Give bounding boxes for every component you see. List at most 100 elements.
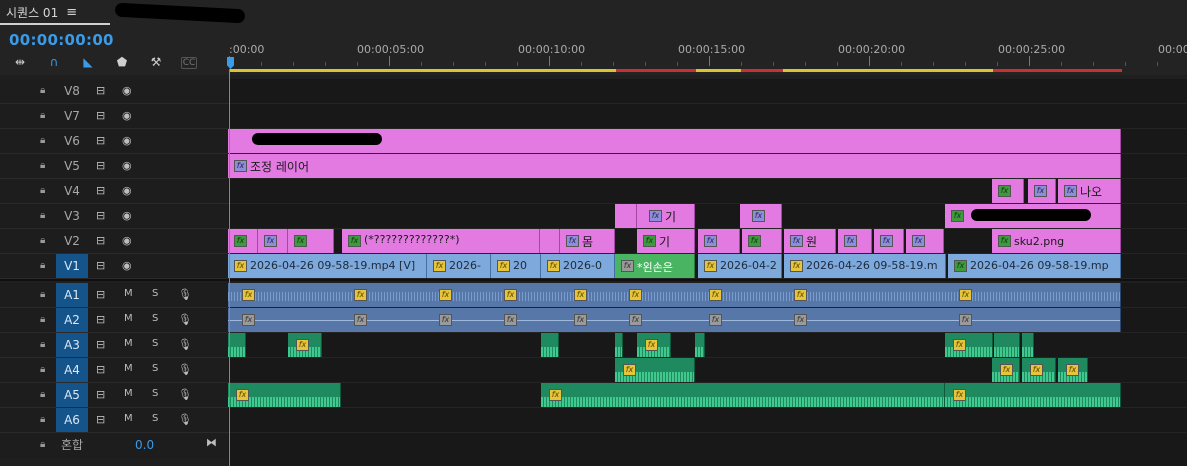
clip[interactable]: fx bbox=[874, 229, 904, 253]
sync-icon[interactable]: ⊟ bbox=[96, 288, 105, 301]
mute-button[interactable]: M bbox=[124, 363, 133, 374]
lock-icon[interactable]: 🔒︎ bbox=[40, 160, 45, 171]
clip[interactable]: fx bbox=[698, 229, 740, 253]
clip[interactable]: fx bbox=[838, 229, 872, 253]
solo-button[interactable]: S bbox=[152, 338, 158, 349]
eye-icon[interactable]: ◉ bbox=[122, 134, 132, 147]
sequence-tab[interactable]: 시퀀스 01 ≡ bbox=[0, 0, 77, 24]
sync-icon[interactable]: ⊟ bbox=[96, 363, 105, 376]
marker-icon[interactable]: ⬟ bbox=[114, 55, 130, 69]
lane-a3[interactable]: fx fx fx bbox=[228, 333, 1187, 358]
track-label[interactable]: V6 bbox=[56, 129, 88, 153]
track-label[interactable]: A5 bbox=[56, 383, 88, 407]
sync-icon[interactable]: ⊟ bbox=[96, 84, 105, 97]
clip[interactable]: fx bbox=[906, 229, 944, 253]
audio-clip[interactable]: fx fx fx fx fx fx fx fx fx bbox=[228, 308, 1121, 332]
sync-icon[interactable]: ⊟ bbox=[96, 109, 105, 122]
clip[interactable]: fx (*?????????????*) bbox=[342, 229, 540, 253]
mute-button[interactable]: M bbox=[124, 288, 133, 299]
track-label[interactable]: V2 bbox=[56, 229, 88, 253]
magnet-icon[interactable]: ∩ bbox=[46, 55, 62, 69]
microphone-icon[interactable]: 🎙︎ bbox=[178, 338, 192, 351]
clip[interactable]: fx bbox=[992, 179, 1024, 203]
clip[interactable]: fx sku2.png bbox=[992, 229, 1121, 253]
sync-icon[interactable]: ⊟ bbox=[96, 259, 105, 272]
lock-icon[interactable]: 🔒︎ bbox=[40, 289, 45, 300]
clip[interactable]: fx 2026- bbox=[427, 254, 491, 278]
sync-icon[interactable]: ⊟ bbox=[96, 134, 105, 147]
audio-clip[interactable] bbox=[228, 333, 246, 357]
clip[interactable]: fx bbox=[742, 229, 782, 253]
lane-a4[interactable]: fx fx fx fx bbox=[228, 358, 1187, 383]
eye-icon[interactable]: ◉ bbox=[122, 109, 132, 122]
audio-clip[interactable] bbox=[541, 333, 559, 357]
sync-icon[interactable]: ⊟ bbox=[96, 234, 105, 247]
sync-icon[interactable]: ⊟ bbox=[96, 209, 105, 222]
mute-button[interactable]: M bbox=[124, 388, 133, 399]
lane-v4[interactable]: fx fx fx 나오 bbox=[228, 179, 1187, 204]
clip[interactable]: fx 몸 bbox=[560, 229, 615, 253]
audio-clip[interactable]: fx bbox=[1058, 358, 1088, 382]
audio-clip[interactable]: fx bbox=[541, 383, 945, 407]
mix-volume-value[interactable]: 0.0 bbox=[135, 438, 154, 452]
clip[interactable]: fx 나오 bbox=[1058, 179, 1121, 203]
track-label[interactable]: A6 bbox=[56, 408, 88, 432]
sync-icon[interactable]: ⊟ bbox=[96, 388, 105, 401]
audio-clip[interactable] bbox=[1022, 333, 1034, 357]
menu-icon[interactable]: ≡ bbox=[66, 5, 77, 20]
mix-toggle-icon[interactable]: ⧓ bbox=[206, 436, 217, 449]
clip[interactable]: fx bbox=[228, 229, 258, 253]
mute-button[interactable]: M bbox=[124, 313, 133, 324]
audio-clip[interactable] bbox=[695, 333, 705, 357]
audio-clip[interactable]: fx bbox=[945, 333, 993, 357]
eye-icon[interactable]: ◉ bbox=[122, 84, 132, 97]
lock-icon[interactable]: 🔒︎ bbox=[40, 364, 45, 375]
lane-a5[interactable]: fx fx fx bbox=[228, 383, 1187, 408]
lock-icon[interactable]: 🔒︎ bbox=[40, 314, 45, 325]
lane-v7[interactable] bbox=[228, 104, 1187, 129]
lane-a6[interactable] bbox=[228, 408, 1187, 433]
microphone-icon[interactable]: 🎙︎ bbox=[178, 288, 192, 301]
microphone-icon[interactable]: 🎙︎ bbox=[178, 388, 192, 401]
captions-icon[interactable]: CC bbox=[181, 57, 197, 69]
solo-button[interactable]: S bbox=[152, 413, 158, 424]
sync-icon[interactable]: ⊟ bbox=[96, 413, 105, 426]
mute-button[interactable]: M bbox=[124, 338, 133, 349]
track-label[interactable]: A3 bbox=[56, 333, 88, 357]
microphone-icon[interactable]: 🎙︎ bbox=[178, 313, 192, 326]
audio-clip[interactable]: fx bbox=[1022, 358, 1056, 382]
clip-v6[interactable] bbox=[228, 129, 1121, 153]
clip-adjustment-layer[interactable]: fx 조정 레이어 bbox=[228, 154, 1121, 178]
track-label[interactable]: A4 bbox=[56, 358, 88, 382]
lock-icon[interactable]: 🔒︎ bbox=[40, 110, 45, 121]
clip[interactable]: fx 2026-04-26 09-58-19.mp4 [V] bbox=[228, 254, 427, 278]
wrench-icon[interactable]: ⚒ bbox=[148, 55, 164, 69]
lock-icon[interactable]: 🔒︎ bbox=[40, 414, 45, 425]
lane-v5[interactable]: fx 조정 레이어 bbox=[228, 154, 1187, 179]
sync-icon[interactable]: ⊟ bbox=[96, 313, 105, 326]
audio-clip[interactable]: fx bbox=[637, 333, 671, 357]
lock-icon[interactable]: 🔒︎ bbox=[40, 135, 45, 146]
mute-button[interactable]: M bbox=[124, 413, 133, 424]
clip[interactable]: fx bbox=[945, 204, 1121, 228]
eye-icon[interactable]: ◉ bbox=[122, 259, 132, 272]
solo-button[interactable]: S bbox=[152, 313, 158, 324]
lock-icon[interactable]: 🔒︎ bbox=[40, 185, 45, 196]
clip[interactable]: fx 2026-0 bbox=[541, 254, 615, 278]
clip[interactable]: fx bbox=[288, 229, 334, 253]
snap-icon[interactable]: ⇹ bbox=[12, 55, 28, 69]
clip[interactable] bbox=[540, 229, 560, 253]
microphone-icon[interactable]: 🎙︎ bbox=[178, 363, 192, 376]
track-label[interactable]: A2 bbox=[56, 308, 88, 332]
clip[interactable]: fx 2026-04-2 bbox=[698, 254, 782, 278]
track-label[interactable]: V7 bbox=[56, 104, 88, 128]
lane-a2[interactable]: fx fx fx fx fx fx fx fx fx bbox=[228, 308, 1187, 333]
clip[interactable]: fx *왼손은 bbox=[615, 254, 695, 278]
track-label[interactable]: V8 bbox=[56, 79, 88, 103]
clip[interactable]: fx 원 bbox=[784, 229, 836, 253]
audio-clip[interactable]: fx bbox=[992, 358, 1020, 382]
clip[interactable]: fx 기 bbox=[637, 204, 695, 228]
track-label[interactable]: A1 bbox=[56, 283, 88, 307]
sync-icon[interactable]: ⊟ bbox=[96, 184, 105, 197]
lane-v3[interactable]: fx 기 fx fx bbox=[228, 204, 1187, 229]
